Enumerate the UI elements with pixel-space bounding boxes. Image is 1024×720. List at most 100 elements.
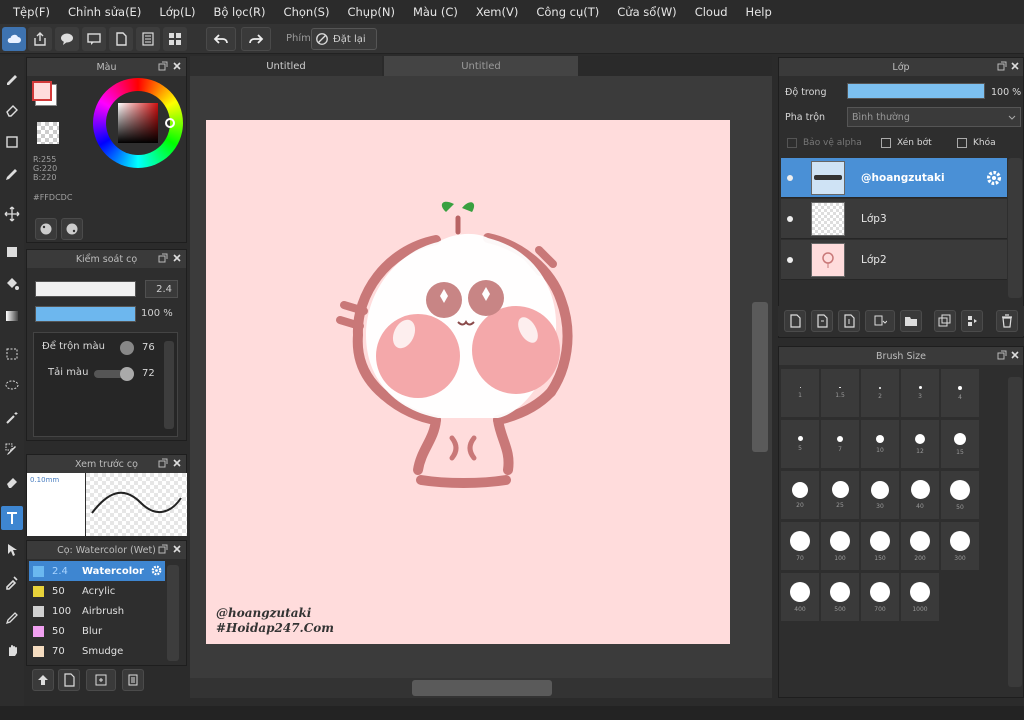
brush-size-cell[interactable]: 1000 bbox=[901, 573, 939, 621]
brush-item-blur[interactable]: 50 Blur bbox=[29, 621, 165, 641]
close-icon[interactable] bbox=[172, 253, 182, 263]
menu-item-4[interactable]: Chọn(S) bbox=[275, 5, 339, 19]
brush-opacity-slider[interactable] bbox=[35, 306, 136, 322]
menu-item-2[interactable]: Lớp(L) bbox=[150, 5, 204, 19]
brush-size-scrollbar[interactable] bbox=[1008, 377, 1022, 687]
trash-icon[interactable] bbox=[996, 310, 1018, 332]
speech-bubble-icon[interactable] bbox=[55, 27, 79, 51]
merge-layer-icon[interactable] bbox=[961, 310, 983, 332]
duplicate-layer-icon[interactable] bbox=[934, 310, 956, 332]
brush-list-menu-icon[interactable] bbox=[122, 669, 144, 691]
magic-wand-icon[interactable] bbox=[1, 406, 23, 430]
brush-add-icon[interactable] bbox=[32, 669, 54, 691]
fill-rect-icon[interactable] bbox=[1, 240, 23, 264]
redo-button[interactable] bbox=[241, 27, 271, 51]
document-icon[interactable] bbox=[109, 27, 133, 51]
blend-mode-select[interactable]: Bình thường bbox=[847, 107, 1021, 127]
brush-size-cell[interactable]: 100 bbox=[821, 522, 859, 570]
popout-icon[interactable] bbox=[158, 253, 168, 263]
visibility-icon[interactable] bbox=[781, 215, 799, 223]
brush-size-cell[interactable]: 4 bbox=[941, 369, 979, 417]
brush-size-cell[interactable]: 300 bbox=[941, 522, 979, 570]
brush-size-cell[interactable]: 70 bbox=[781, 522, 819, 570]
brush-size-cell[interactable]: 40 bbox=[901, 471, 939, 519]
brush-new-icon[interactable] bbox=[58, 669, 80, 691]
popout-icon[interactable] bbox=[158, 544, 168, 554]
move-tool-icon[interactable] bbox=[1, 202, 23, 226]
protect-alpha-checkbox[interactable] bbox=[787, 138, 797, 148]
popout-icon[interactable] bbox=[997, 350, 1007, 360]
layer-list-scrollbar[interactable] bbox=[1008, 158, 1022, 298]
brush-size-cell[interactable]: 25 bbox=[821, 471, 859, 519]
menu-item-9[interactable]: Cửa sổ(W) bbox=[608, 5, 685, 19]
new-layer-8bit-icon[interactable] bbox=[811, 310, 833, 332]
transparent-swatch[interactable] bbox=[37, 122, 59, 144]
clipping-checkbox[interactable] bbox=[881, 138, 891, 148]
menu-item-8[interactable]: Công cụ(T) bbox=[527, 5, 608, 19]
close-icon[interactable] bbox=[172, 458, 182, 468]
color-wheel[interactable] bbox=[93, 78, 183, 168]
brush-size-cell[interactable]: 150 bbox=[861, 522, 899, 570]
brush-size-cell[interactable]: 1.5 bbox=[821, 369, 859, 417]
folder-icon[interactable] bbox=[900, 310, 922, 332]
brush-size-cell[interactable]: 7 bbox=[821, 420, 859, 468]
popout-icon[interactable] bbox=[158, 61, 168, 71]
comment-icon[interactable] bbox=[82, 27, 106, 51]
new-layer-1bit-icon[interactable] bbox=[838, 310, 860, 332]
palette-icon[interactable] bbox=[35, 218, 57, 240]
brush-size-cell[interactable]: 20 bbox=[781, 471, 819, 519]
close-icon[interactable] bbox=[1010, 350, 1020, 360]
color-history-icon[interactable] bbox=[61, 218, 83, 240]
drawing-canvas[interactable]: @hoangzutaki #Hoidap247.Com bbox=[206, 120, 730, 644]
visibility-icon[interactable] bbox=[781, 174, 799, 182]
close-icon[interactable] bbox=[1010, 61, 1020, 71]
layer-settings-gear-icon[interactable] bbox=[985, 169, 1003, 191]
blend-knob[interactable] bbox=[120, 341, 134, 355]
brush-tool-icon[interactable] bbox=[1, 66, 23, 90]
new-layer-icon[interactable] bbox=[784, 310, 806, 332]
brush-size-cell[interactable]: 30 bbox=[861, 471, 899, 519]
add-layer-menu-icon[interactable] bbox=[865, 310, 895, 332]
menu-item-11[interactable]: Help bbox=[737, 5, 781, 19]
popout-icon[interactable] bbox=[158, 458, 168, 468]
brush-list-scrollbar[interactable] bbox=[167, 565, 179, 661]
brush-size-cell[interactable]: 12 bbox=[901, 420, 939, 468]
brush-item-smudge[interactable]: 70 Smudge bbox=[29, 641, 165, 661]
eyedropper-icon[interactable] bbox=[1, 570, 23, 594]
visibility-icon[interactable] bbox=[781, 256, 799, 264]
lasso-tool-icon[interactable] bbox=[1, 374, 23, 398]
menu-item-1[interactable]: Chỉnh sửa(E) bbox=[59, 5, 150, 19]
operation-tool-icon[interactable] bbox=[1, 538, 23, 562]
brush-size-cell[interactable]: 3 bbox=[901, 369, 939, 417]
brush-size-cell[interactable]: 700 bbox=[861, 573, 899, 621]
menu-item-10[interactable]: Cloud bbox=[686, 5, 737, 19]
popout-icon[interactable] bbox=[997, 61, 1007, 71]
eraser-tool-icon[interactable] bbox=[1, 98, 23, 122]
canvas-horizontal-scrollbar[interactable] bbox=[412, 680, 552, 696]
canvas-vertical-scrollbar[interactable] bbox=[752, 302, 768, 452]
tab-untitled-2[interactable]: Untitled bbox=[384, 56, 578, 76]
hand-tool-icon[interactable] bbox=[1, 638, 23, 662]
close-icon[interactable] bbox=[172, 544, 182, 554]
layer-row-0[interactable]: @hoangzutaki bbox=[781, 158, 1007, 198]
brush-size-cell[interactable]: 200 bbox=[901, 522, 939, 570]
brush-size-value[interactable]: 2.4 bbox=[145, 280, 178, 298]
brush-item-watercolor[interactable]: 2.4 Watercolor bbox=[29, 561, 165, 581]
pencil-icon[interactable] bbox=[1, 606, 23, 630]
close-icon[interactable] bbox=[172, 61, 182, 71]
menu-item-3[interactable]: Bộ lọc(R) bbox=[204, 5, 274, 19]
brush-settings-scrollbar[interactable] bbox=[164, 341, 174, 429]
select-tool-icon[interactable] bbox=[1, 342, 23, 366]
pen-tool-icon[interactable] bbox=[1, 162, 23, 186]
brush-size-cell[interactable]: 2 bbox=[861, 369, 899, 417]
rectangle-select-icon[interactable] bbox=[1, 130, 23, 154]
saturation-square[interactable] bbox=[118, 103, 158, 143]
brush-size-slider[interactable] bbox=[35, 281, 136, 297]
undo-button[interactable] bbox=[206, 27, 236, 51]
brush-item-airbrush[interactable]: 100 Airbrush bbox=[29, 601, 165, 621]
bucket-tool-icon[interactable] bbox=[1, 272, 23, 296]
brush-size-cell[interactable]: 400 bbox=[781, 573, 819, 621]
export-icon[interactable] bbox=[28, 27, 52, 51]
brush-settings-icon[interactable] bbox=[86, 669, 116, 691]
list-icon[interactable] bbox=[136, 27, 160, 51]
